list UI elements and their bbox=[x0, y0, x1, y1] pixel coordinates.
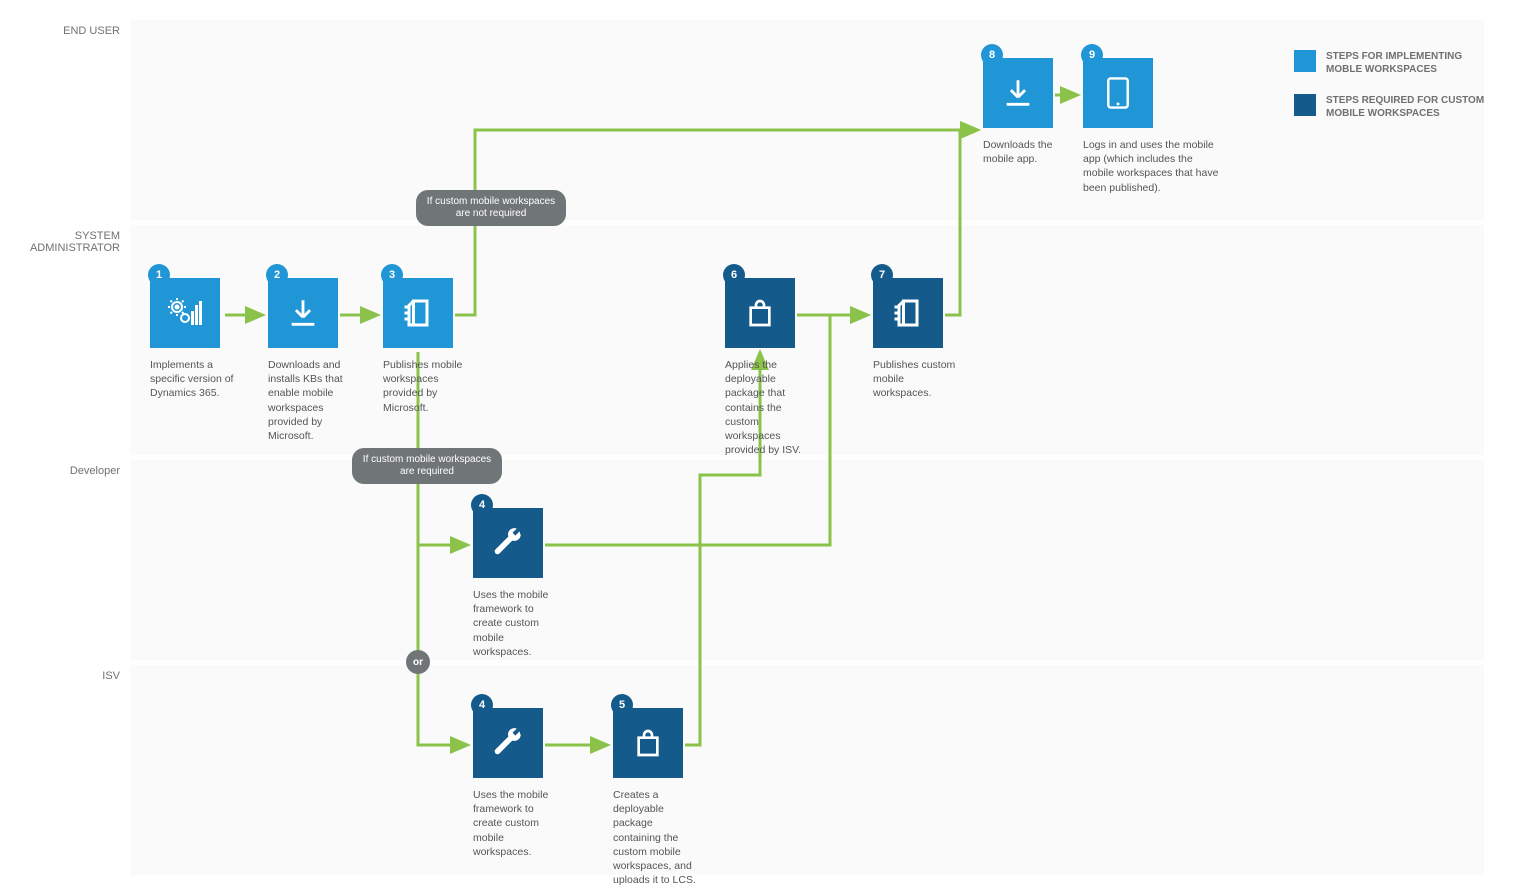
lane-isv: ISV bbox=[130, 665, 1484, 875]
lane-label-system-admin-2: ADMINISTRATOR bbox=[30, 242, 120, 254]
lane-label-system-admin: SYSTEM ADMINISTRATOR bbox=[30, 230, 120, 254]
step-1-caption: Implements a specific version of Dynamic… bbox=[150, 358, 238, 401]
publish-icon bbox=[890, 295, 926, 331]
step-4-isv-tile bbox=[473, 708, 543, 778]
step-7: 7 Publishes custom mobile workspaces. bbox=[873, 278, 961, 401]
step-5-tile bbox=[613, 708, 683, 778]
decision-or: or bbox=[406, 650, 430, 674]
step-4-developer: 4 Uses the mobile framework to create cu… bbox=[473, 508, 561, 659]
step-7-badge: 7 bbox=[871, 264, 893, 286]
step-3-caption: Publishes mobile workspaces provided by … bbox=[383, 358, 471, 415]
lane-label-end-user: END USER bbox=[63, 25, 120, 37]
step-5-caption: Creates a deployable package containing … bbox=[613, 788, 701, 887]
step-5: 5 Creates a deployable package containin… bbox=[613, 708, 701, 887]
legend-item-light: STEPS FOR IMPLEMENTING MOBLE WORKSPACES bbox=[1294, 50, 1494, 76]
step-1: 1 Implements a specific version of Dynam… bbox=[150, 278, 238, 401]
step-4-dev-badge: 4 bbox=[471, 494, 493, 516]
diagram-canvas: END USER SYSTEM ADMINISTRATOR Developer … bbox=[0, 0, 1524, 894]
step-1-badge: 1 bbox=[148, 264, 170, 286]
step-4-isv-badge: 4 bbox=[471, 694, 493, 716]
step-2-badge: 2 bbox=[266, 264, 288, 286]
step-2: 2 Downloads and installs KBs that enable… bbox=[268, 278, 356, 443]
step-6: 6 Applies the deployable package that co… bbox=[725, 278, 813, 457]
legend-item-dark: STEPS REQUIRED FOR CUSTOM MOBILE WORKSPA… bbox=[1294, 94, 1494, 120]
step-2-caption: Downloads and installs KBs that enable m… bbox=[268, 358, 356, 443]
step-2-tile bbox=[268, 278, 338, 348]
legend-text-dark: STEPS REQUIRED FOR CUSTOM MOBILE WORKSPA… bbox=[1326, 94, 1494, 120]
step-8-caption: Downloads the mobile app. bbox=[983, 138, 1071, 166]
step-8-badge: 8 bbox=[981, 44, 1003, 66]
tablet-icon bbox=[1103, 76, 1133, 110]
legend-swatch-dark bbox=[1294, 94, 1316, 116]
step-4-dev-tile bbox=[473, 508, 543, 578]
step-8: 8 Downloads the mobile app. bbox=[983, 58, 1071, 166]
step-4-isv-caption: Uses the mobile framework to create cust… bbox=[473, 788, 561, 859]
package-icon bbox=[632, 727, 664, 759]
download-icon bbox=[1001, 76, 1035, 110]
step-3-badge: 3 bbox=[381, 264, 403, 286]
decision-required: If custom mobile workspaces are required bbox=[352, 448, 502, 484]
gear-bars-icon bbox=[165, 293, 205, 333]
download-icon bbox=[286, 296, 320, 330]
step-8-tile bbox=[983, 58, 1053, 128]
legend-swatch-light bbox=[1294, 50, 1316, 72]
step-9-caption: Logs in and uses the mobile app (which i… bbox=[1083, 138, 1223, 195]
step-4-dev-caption: Uses the mobile framework to create cust… bbox=[473, 588, 561, 659]
step-1-tile bbox=[150, 278, 220, 348]
step-6-tile bbox=[725, 278, 795, 348]
step-7-tile bbox=[873, 278, 943, 348]
step-9: 9 Logs in and uses the mobile app (which… bbox=[1083, 58, 1223, 195]
legend: STEPS FOR IMPLEMENTING MOBLE WORKSPACES … bbox=[1294, 50, 1494, 138]
step-4-isv: 4 Uses the mobile framework to create cu… bbox=[473, 708, 561, 859]
lane-label-developer: Developer bbox=[70, 465, 120, 477]
wrench-icon bbox=[491, 526, 525, 560]
package-icon bbox=[744, 297, 776, 329]
step-7-caption: Publishes custom mobile workspaces. bbox=[873, 358, 961, 401]
step-3: 3 Publishes mobile workspaces provided b… bbox=[383, 278, 471, 415]
lane-end-user: END USER bbox=[130, 20, 1484, 220]
legend-text-light: STEPS FOR IMPLEMENTING MOBLE WORKSPACES bbox=[1326, 50, 1494, 76]
step-9-tile bbox=[1083, 58, 1153, 128]
lane-label-system-admin-1: SYSTEM bbox=[75, 230, 120, 242]
step-6-badge: 6 bbox=[723, 264, 745, 286]
step-9-badge: 9 bbox=[1081, 44, 1103, 66]
decision-not-required: If custom mobile workspaces are not requ… bbox=[416, 190, 566, 226]
publish-icon bbox=[400, 295, 436, 331]
step-6-caption: Applies the deployable package that cont… bbox=[725, 358, 813, 457]
wrench-icon bbox=[491, 726, 525, 760]
step-3-tile bbox=[383, 278, 453, 348]
step-5-badge: 5 bbox=[611, 694, 633, 716]
lane-developer: Developer bbox=[130, 460, 1484, 660]
lane-label-isv: ISV bbox=[102, 670, 120, 682]
